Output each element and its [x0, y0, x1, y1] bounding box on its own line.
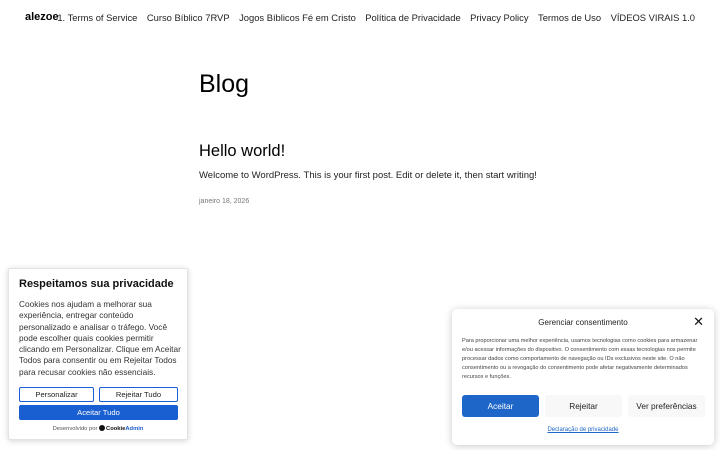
nav-item-termos-de-uso[interactable]: Termos de Uso — [538, 12, 601, 23]
cookie-banner-title: Respeitamos sua privacidade — [19, 278, 174, 290]
consent-dialog-title: Gerenciar consentimento — [538, 318, 628, 327]
post-date[interactable]: janeiro 18, 2026 — [199, 198, 249, 205]
accept-all-button[interactable]: Aceitar Tudo — [19, 405, 178, 420]
nav-item-politica-privacidade[interactable]: Política de Privacidade — [365, 12, 460, 23]
consent-manager-dialog: Gerenciar consentimento ✕ Para proporcio… — [452, 309, 714, 445]
post-title-link[interactable]: Hello world! — [199, 142, 285, 161]
site-header: alezoe 1. Terms of Service Curso Bíblico… — [0, 0, 720, 36]
consent-dialog-description: Para proporcionar uma melhor experiência… — [462, 338, 698, 380]
reject-button[interactable]: Rejeitar — [545, 395, 622, 417]
nav-item-videos-virais[interactable]: VÍDEOS VIRAIS 1.0 — [611, 12, 695, 23]
accept-button[interactable]: Aceitar — [462, 395, 539, 417]
cookieadmin-logo-icon — [99, 425, 106, 431]
nav-item-jogos-biblicos[interactable]: Jogos Bíblicos Fé em Cristo — [239, 12, 356, 23]
main-navigation: 1. Terms of Service Curso Bíblico 7RVP J… — [48, 12, 695, 23]
post-excerpt: Welcome to WordPress. This is your first… — [199, 170, 537, 181]
page-title: Blog — [199, 70, 250, 98]
nav-item-terms-of-service[interactable]: 1. Terms of Service — [57, 12, 137, 23]
personalize-button[interactable]: Personalizar — [19, 387, 94, 402]
cookie-banner-description: Cookies nos ajudam a melhorar sua experi… — [19, 299, 181, 377]
brand-name: Cookie — [106, 426, 126, 432]
cookie-consent-banner: Respeitamos sua privacidade Cookies nos … — [8, 268, 188, 440]
privacy-statement-link[interactable]: Declaração de privacidade — [452, 427, 714, 433]
nav-item-privacy-policy[interactable]: Privacy Policy — [470, 12, 528, 23]
cookieadmin-brand-link[interactable]: CookieAdmin — [99, 425, 144, 432]
close-icon[interactable]: ✕ — [693, 315, 704, 329]
brand-accent: Admin — [125, 426, 144, 432]
powered-by: Desenvolvido por CookieAdmin — [9, 425, 187, 432]
nav-item-curso-biblico[interactable]: Curso Bíblico 7RVP — [147, 12, 230, 23]
powered-by-prefix: Desenvolvido por — [52, 426, 98, 432]
reject-all-button[interactable]: Rejeitar Tudo — [99, 387, 178, 402]
view-preferences-button[interactable]: Ver preferências — [628, 395, 705, 417]
